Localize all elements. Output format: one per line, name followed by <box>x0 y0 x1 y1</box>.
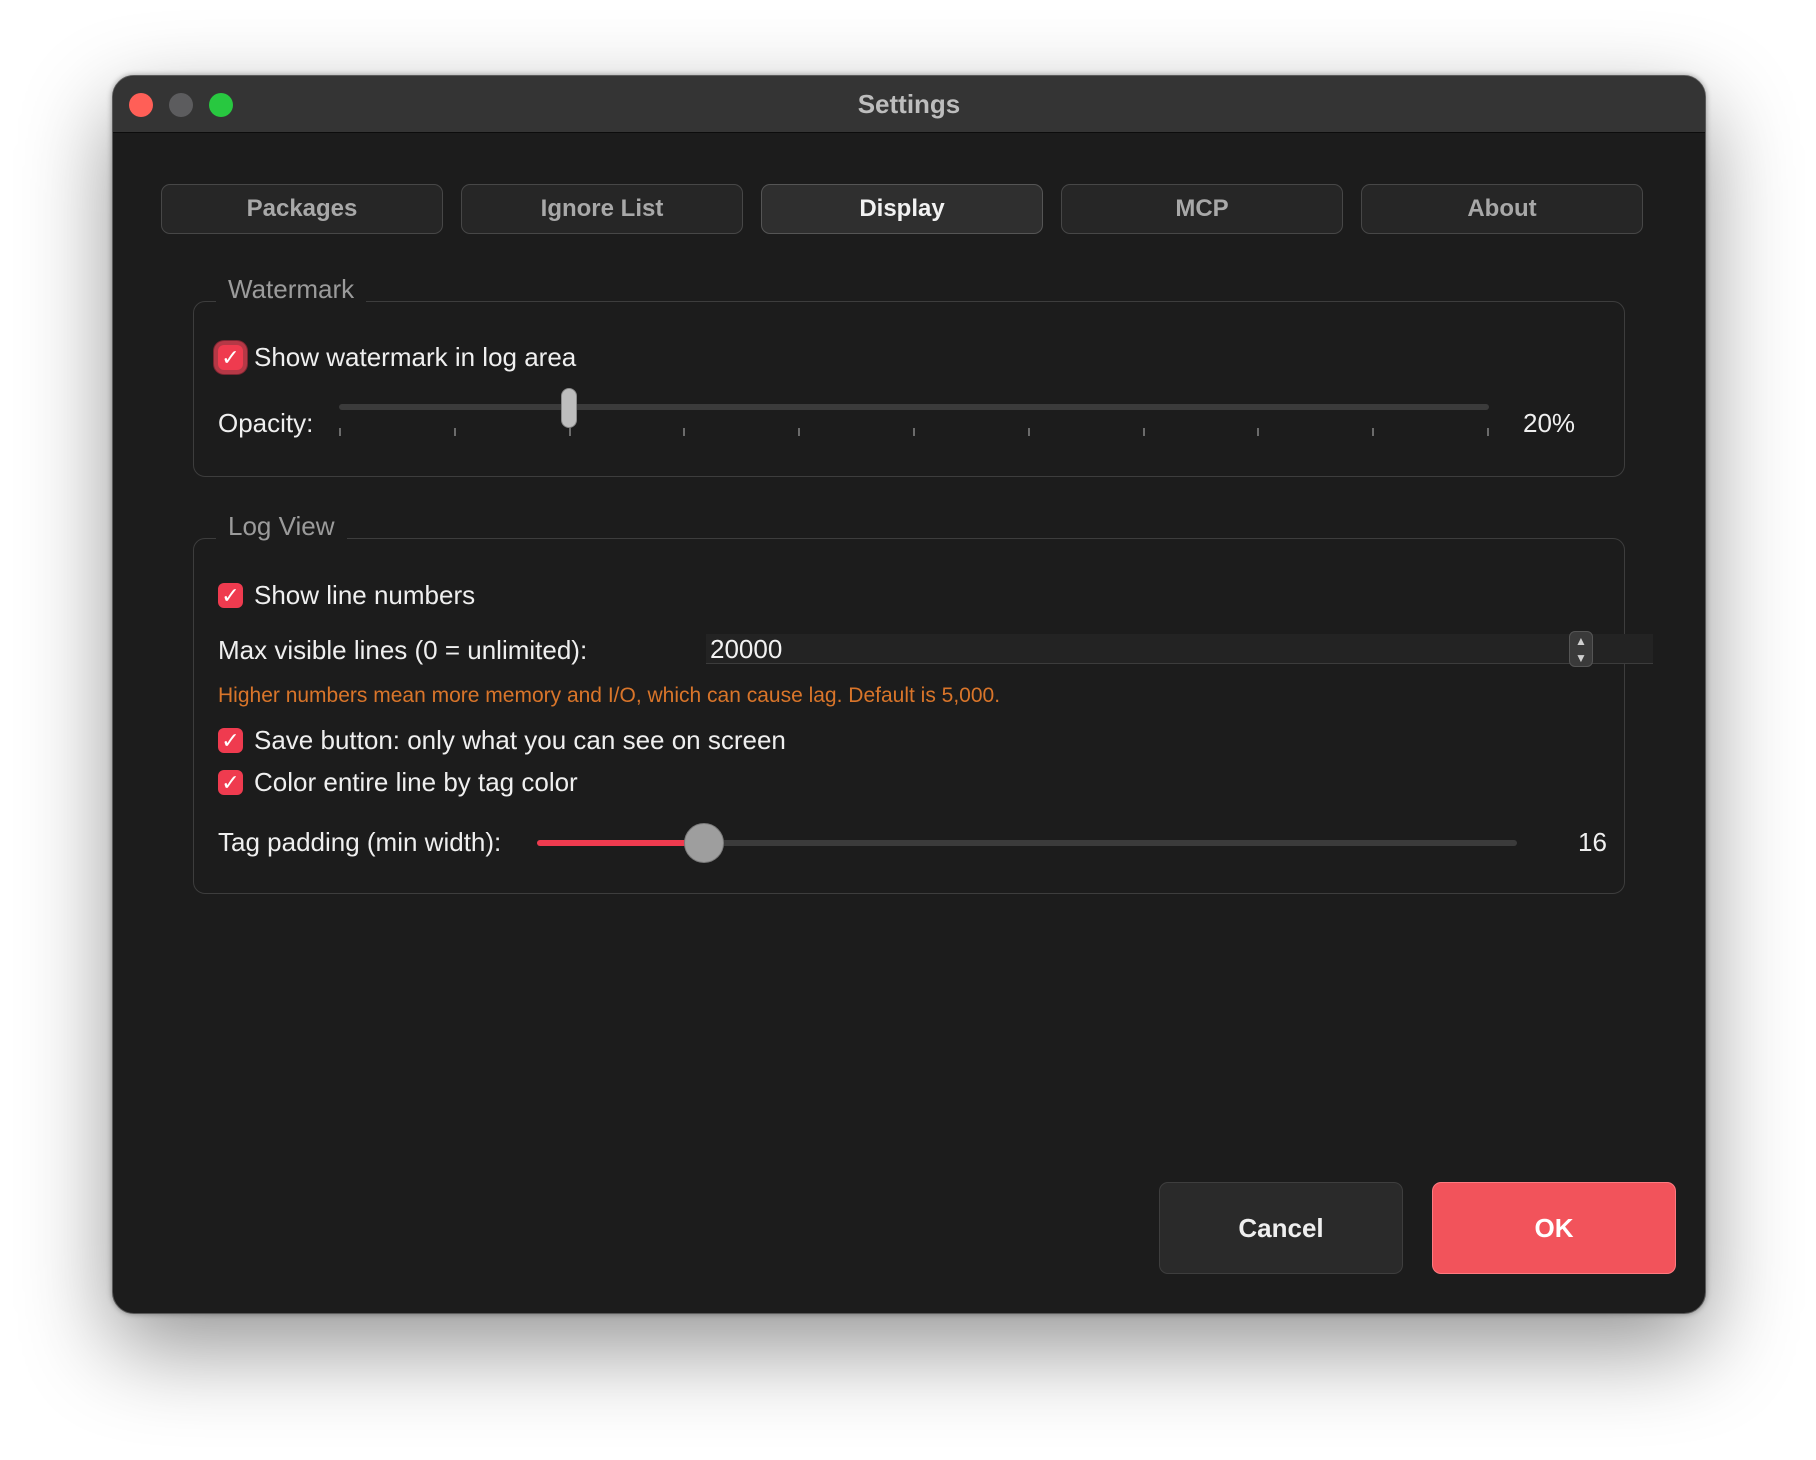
tab-packages[interactable]: Packages <box>161 184 443 234</box>
opacity-slider[interactable] <box>339 388 1489 444</box>
show-line-numbers-checkbox[interactable]: ✓ <box>218 583 243 608</box>
opacity-slider-tick <box>798 428 800 436</box>
watermark-group-title: Watermark <box>216 269 367 309</box>
checkmark-icon: ✓ <box>221 728 240 753</box>
opacity-slider-handle[interactable] <box>561 388 577 428</box>
opacity-slider-tick <box>1372 428 1374 436</box>
tab-about[interactable]: About <box>1361 184 1643 234</box>
log-view-group-title: Log View <box>216 506 347 546</box>
max-lines-input[interactable]: 20000 <box>706 634 1653 664</box>
checkmark-icon: ✓ <box>221 345 240 370</box>
tag-padding-value: 16 <box>1578 827 1607 857</box>
show-watermark-checkbox[interactable]: ✓ <box>218 345 243 370</box>
tab-mcp[interactable]: MCP <box>1061 184 1343 234</box>
tag-padding-label: Tag padding (min width): <box>218 827 502 857</box>
save-visible-only-label: Save button: only what you can see on sc… <box>254 725 786 755</box>
opacity-label: Opacity: <box>218 408 314 438</box>
title-bar: Settings <box>113 76 1705 133</box>
max-lines-warning: Higher numbers mean more memory and I/O,… <box>218 684 1001 707</box>
chevron-up-icon[interactable]: ▲ <box>1570 634 1592 648</box>
opacity-slider-tick <box>1143 428 1145 436</box>
ok-button[interactable]: OK <box>1432 1182 1676 1274</box>
max-lines-label: Max visible lines (0 = unlimited): <box>218 635 588 665</box>
tab-ignore-list[interactable]: Ignore List <box>461 184 743 234</box>
opacity-slider-tick <box>683 428 685 436</box>
opacity-slider-track <box>339 404 1489 410</box>
settings-window: Settings Packages Ignore List Display MC… <box>112 75 1706 1314</box>
opacity-slider-tick <box>1487 428 1489 436</box>
save-visible-only-checkbox[interactable]: ✓ <box>218 728 243 753</box>
color-entire-line-checkbox[interactable]: ✓ <box>218 770 243 795</box>
watermark-group: Watermark ✓ Show watermark in log area O… <box>193 269 1625 477</box>
opacity-slider-tick <box>913 428 915 436</box>
opacity-slider-tick <box>339 428 341 436</box>
opacity-slider-tick <box>569 428 571 436</box>
opacity-slider-tick <box>454 428 456 436</box>
cancel-button[interactable]: Cancel <box>1159 1182 1403 1274</box>
show-line-numbers-label: Show line numbers <box>254 580 476 610</box>
tag-padding-slider-fill <box>537 840 704 846</box>
opacity-value: 20% <box>1523 408 1576 438</box>
opacity-slider-tick <box>1257 428 1259 436</box>
color-entire-line-label: Color entire line by tag color <box>254 767 578 797</box>
max-lines-stepper[interactable]: ▲ ▼ <box>1569 631 1593 667</box>
tag-padding-slider-handle[interactable] <box>684 823 724 863</box>
checkmark-icon: ✓ <box>221 770 240 795</box>
window-title: Settings <box>857 89 961 119</box>
chevron-down-icon[interactable]: ▼ <box>1570 651 1592 665</box>
opacity-slider-tick <box>1028 428 1030 436</box>
show-watermark-label: Show watermark in log area <box>254 342 577 372</box>
tab-display[interactable]: Display <box>761 184 1043 234</box>
log-view-group: Log View ✓ Show line numbers Max visible… <box>193 506 1653 894</box>
checkmark-icon: ✓ <box>221 583 240 608</box>
tag-padding-slider[interactable] <box>537 821 1517 865</box>
